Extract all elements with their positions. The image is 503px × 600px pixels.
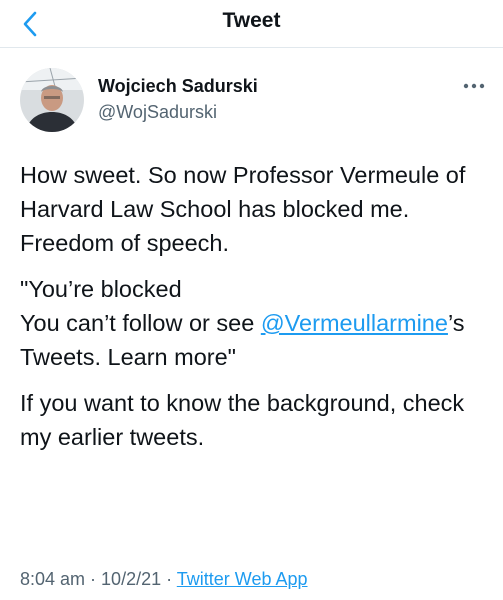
- tweet-author: Wojciech Sadurski @WojSadurski: [0, 64, 503, 134]
- tweet-time: 8:04 am: [20, 569, 86, 589]
- page-title: Tweet: [222, 9, 281, 32]
- separator: ·: [85, 569, 102, 589]
- tweet-text: How sweet. So now Professor Vermeule of …: [20, 158, 490, 466]
- separator: ·: [161, 569, 177, 589]
- source-app-link[interactable]: Twitter Web App: [177, 569, 308, 589]
- tweet-metadata: 8:04 am · 10/2/21 · Twitter Web App: [20, 569, 308, 590]
- top-bar: Tweet: [0, 0, 503, 48]
- author-name[interactable]: Wojciech Sadurski: [98, 76, 258, 97]
- tweet-quote: "You’re blocked You can’t follow or see …: [20, 272, 490, 374]
- quote-line: "You’re blocked: [20, 276, 182, 302]
- author-handle[interactable]: @WojSadurski: [98, 102, 217, 123]
- avatar-image: [20, 68, 84, 132]
- tweet-date: 10/2/21: [101, 569, 162, 589]
- more-horizontal-icon: [463, 83, 485, 89]
- tweet-paragraph: How sweet. So now Professor Vermeule of …: [20, 162, 466, 256]
- tweet-paragraph: If you want to know the background, chec…: [20, 390, 465, 450]
- avatar[interactable]: [20, 68, 84, 132]
- more-options-button[interactable]: [459, 74, 489, 98]
- mention-link[interactable]: @Vermeullarmine: [261, 310, 448, 336]
- quote-text: You can’t follow or see: [20, 310, 261, 336]
